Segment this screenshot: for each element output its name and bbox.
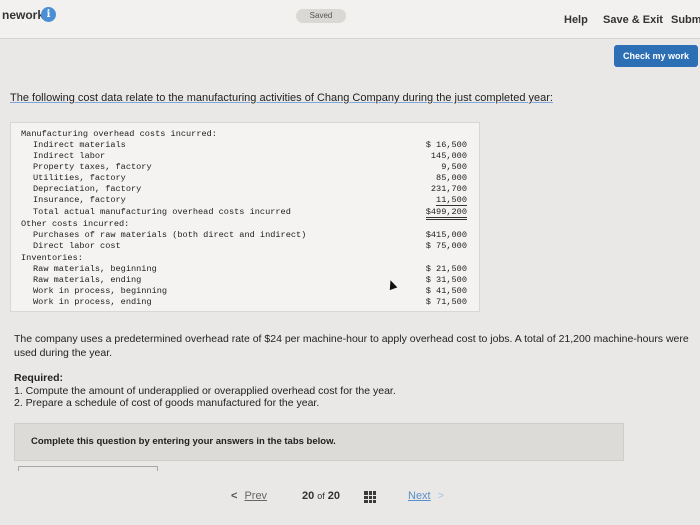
submit-button[interactable]: Submi xyxy=(671,14,700,26)
table-row: Work in process, beginning $ 41,500 xyxy=(33,286,467,296)
top-bar: nework i Saved Help Save & Exit Submi xyxy=(0,0,700,39)
question-paragraph: The company uses a predetermined overhea… xyxy=(14,333,689,359)
instructions-text: Complete this question by entering your … xyxy=(31,436,336,447)
required-section: Required: 1. Compute the amount of under… xyxy=(14,372,396,410)
required-item: 1. Compute the amount of underapplied or… xyxy=(14,384,396,397)
table-row: Indirect materials $ 16,500 xyxy=(33,140,467,150)
saved-status: Saved xyxy=(296,9,346,23)
instructions-box: Complete this question by entering your … xyxy=(14,423,624,461)
table-row-total: Total actual manufacturing overhead cost… xyxy=(11,207,479,220)
check-my-work-button[interactable]: Check my work xyxy=(614,45,698,67)
next-button[interactable]: Next > xyxy=(408,490,444,502)
chevron-right-icon: > xyxy=(437,490,445,502)
table-header: Manufacturing overhead costs incurred: xyxy=(21,129,217,139)
question-intro: The following cost data relate to the ma… xyxy=(10,92,553,104)
table-row: Property taxes, factory 9,500 xyxy=(33,162,467,172)
prev-button[interactable]: < Prev xyxy=(231,490,267,502)
pagination: < Prev 20 of 20 Next > xyxy=(0,490,700,508)
required-title: Required: xyxy=(14,372,64,384)
help-button[interactable]: Help xyxy=(564,14,588,26)
chevron-left-icon: < xyxy=(231,490,238,502)
answer-tab[interactable] xyxy=(18,466,158,471)
table-row: Utilities, factory 85,000 xyxy=(33,173,467,183)
table-row: Indirect labor 145,000 xyxy=(33,151,467,161)
table-header: Other costs incurred: xyxy=(21,219,130,229)
table-row: Raw materials, ending $ 31,500 xyxy=(33,275,467,285)
cost-data-table: Manufacturing overhead costs incurred: I… xyxy=(10,122,480,312)
table-row: Depreciation, factory 231,700 xyxy=(33,184,467,194)
info-icon[interactable]: i xyxy=(41,7,56,22)
table-row: Purchases of raw materials (both direct … xyxy=(33,230,467,240)
assignment-title: nework xyxy=(2,8,45,22)
required-item: 2. Prepare a schedule of cost of goods m… xyxy=(14,397,320,409)
table-row: Insurance, factory 11,500 xyxy=(33,195,467,206)
table-row: Work in process, ending $ 71,500 xyxy=(33,297,467,307)
table-header: Inventories: xyxy=(21,253,83,263)
save-exit-button[interactable]: Save & Exit xyxy=(603,14,663,26)
page-indicator: 20 of 20 xyxy=(302,490,341,502)
table-row: Raw materials, beginning $ 21,500 xyxy=(33,264,467,274)
grid-icon[interactable] xyxy=(364,491,376,503)
table-row: Direct labor cost $ 75,000 xyxy=(33,241,467,251)
